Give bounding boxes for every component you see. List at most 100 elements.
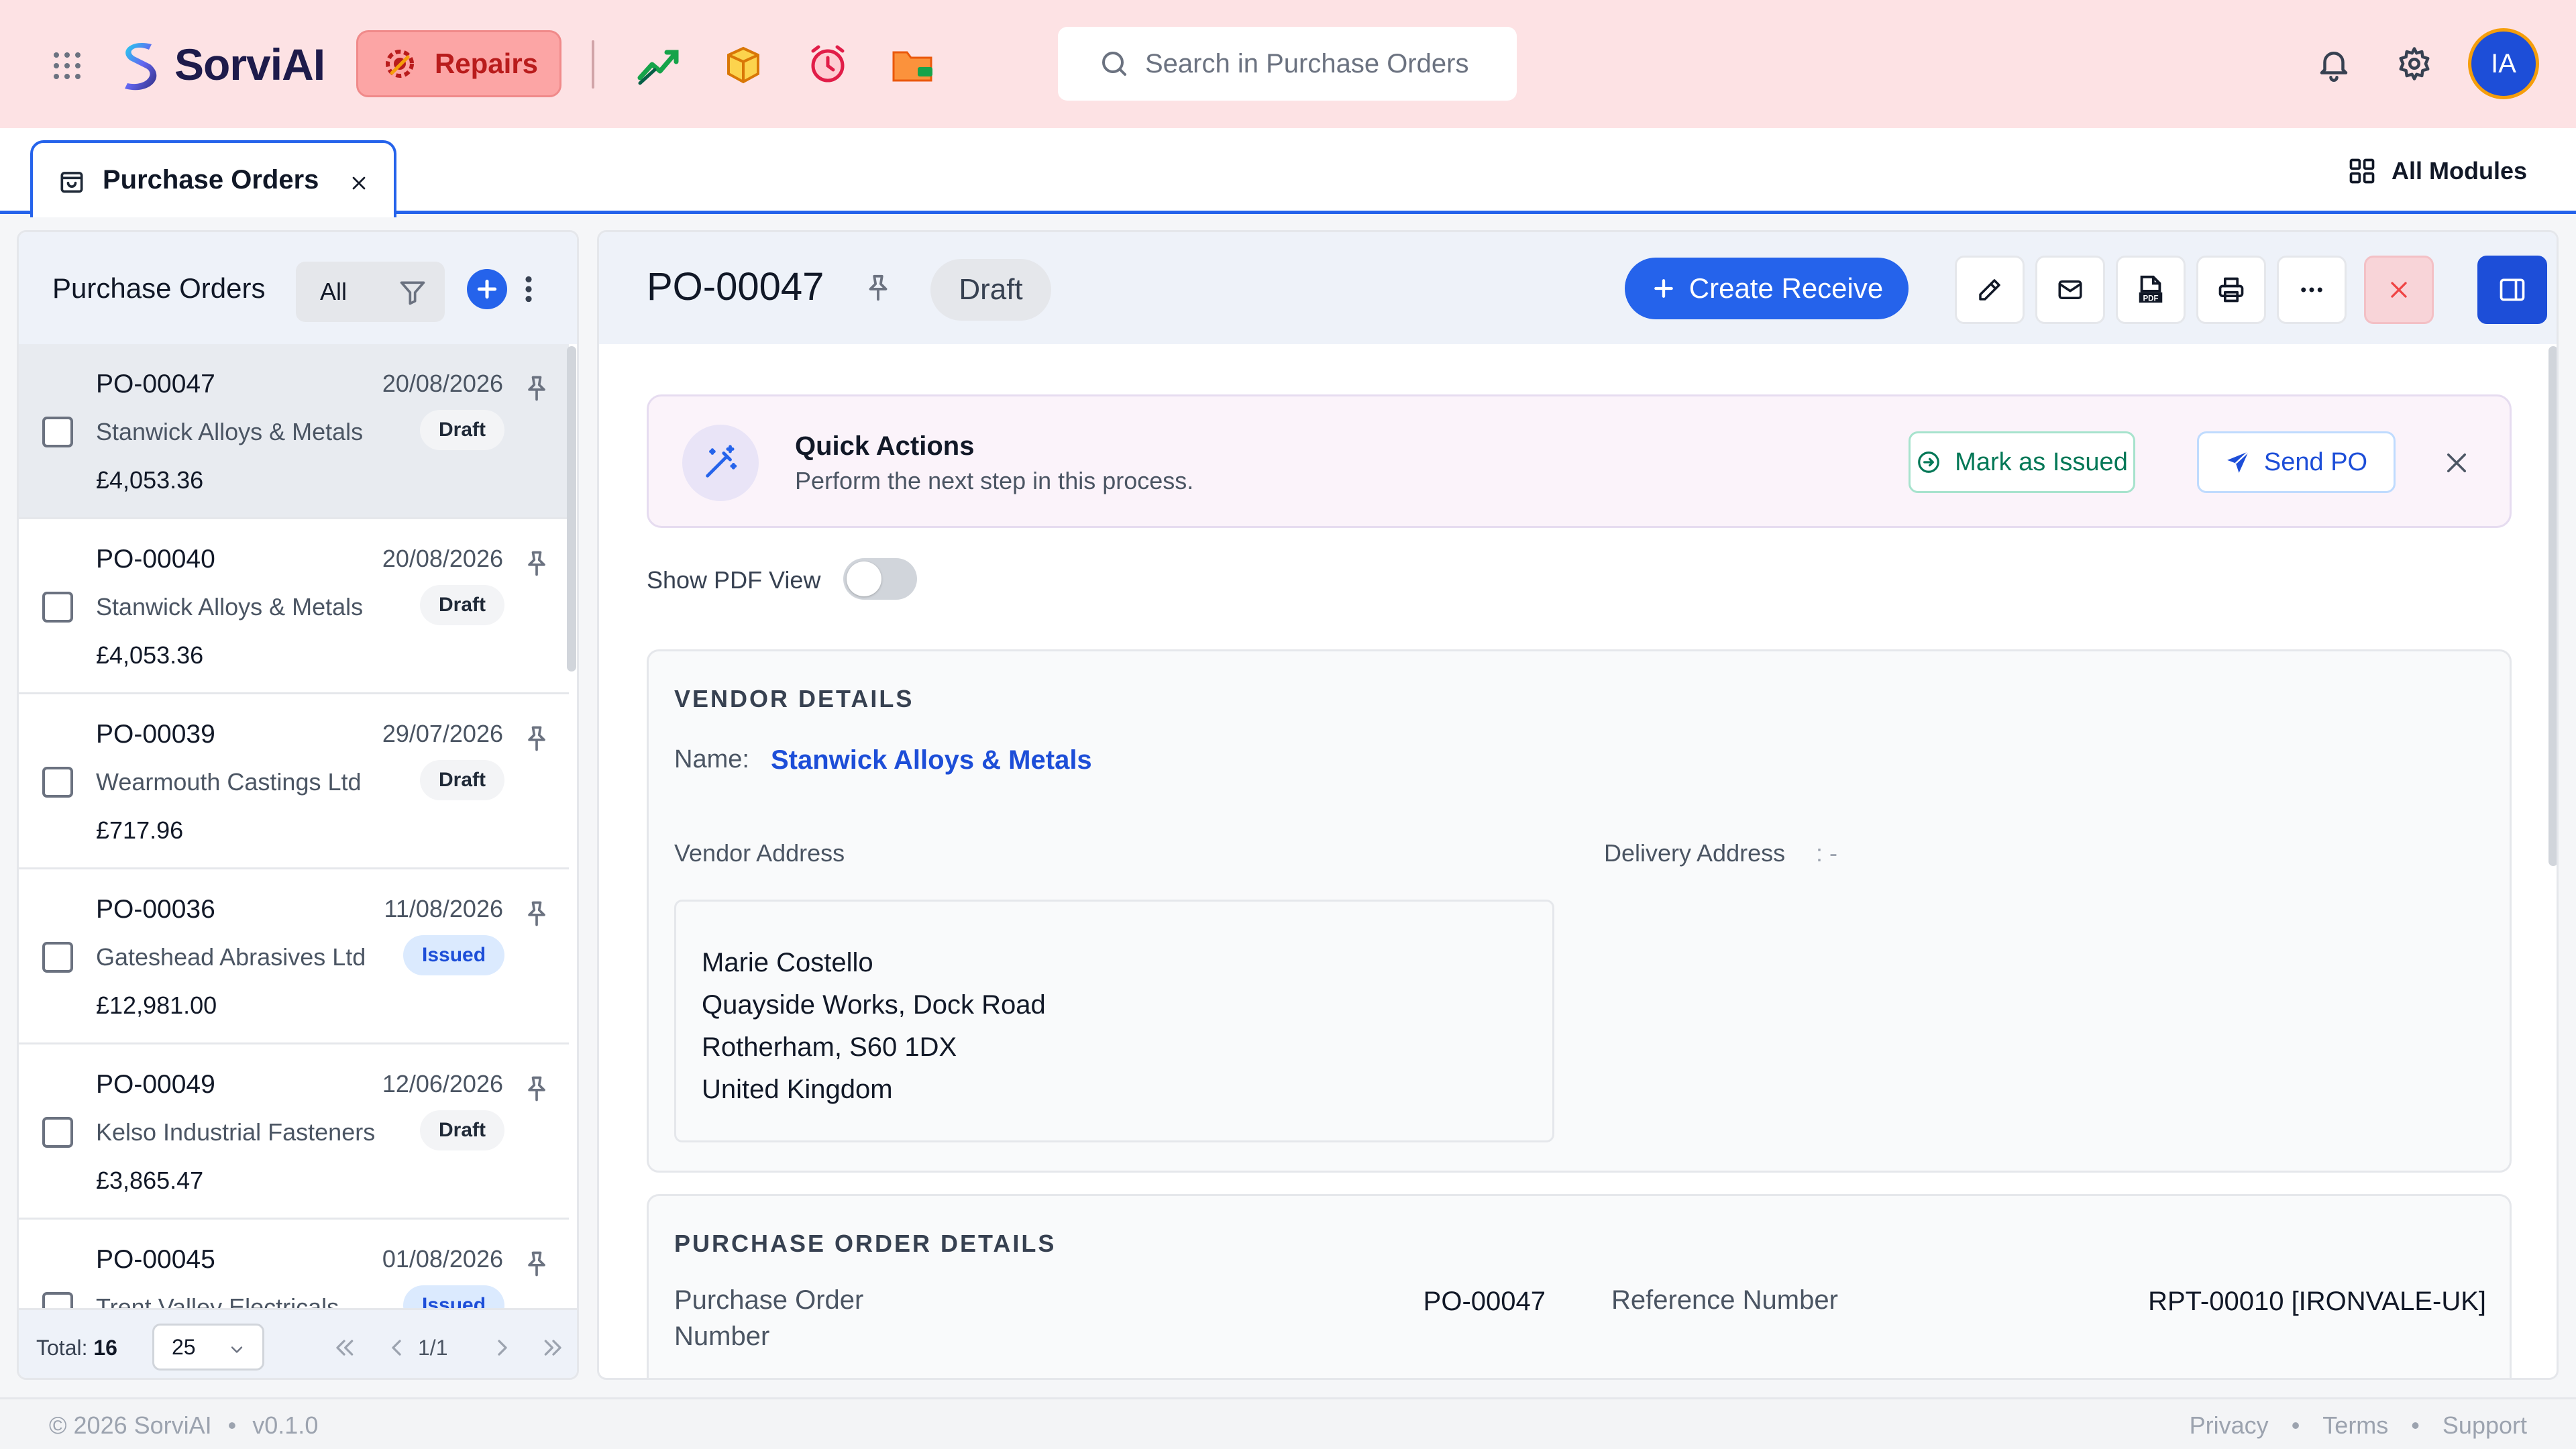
pin-icon[interactable] xyxy=(522,1074,551,1104)
pin-icon[interactable] xyxy=(522,899,551,928)
trending-chart-icon[interactable] xyxy=(635,40,683,89)
clock-alarm-icon[interactable] xyxy=(804,40,852,89)
previous-page-icon[interactable] xyxy=(383,1334,410,1361)
filter-icon[interactable] xyxy=(398,278,427,307)
toggle-side-panel-button[interactable] xyxy=(2477,256,2547,324)
app-name: SorviAI xyxy=(174,40,325,89)
pin-icon[interactable] xyxy=(522,374,551,403)
close-tab-icon[interactable] xyxy=(348,172,370,194)
terms-link[interactable]: Terms xyxy=(2322,1411,2388,1440)
vendor-name-link[interactable]: Stanwick Alloys & Metals xyxy=(771,745,1092,775)
address-line: United Kingdom xyxy=(702,1075,893,1104)
vendor-details-title: VENDOR DETAILS xyxy=(674,685,914,712)
filter-select[interactable]: All xyxy=(296,262,445,322)
total-count: Total: 16 xyxy=(36,1336,117,1360)
purchase-order-details-card: PURCHASE ORDER DETAILS Purchase Order Nu… xyxy=(647,1194,2512,1378)
row-checkbox[interactable] xyxy=(42,767,73,798)
list-item[interactable]: PO-00049 12/06/2026 Kelso Industrial Fas… xyxy=(19,1044,569,1220)
pin-icon[interactable] xyxy=(522,724,551,753)
pin-icon[interactable] xyxy=(522,549,551,578)
purchase-order-detail-panel: PO-00047 Draft Create Receive PDF Quick … xyxy=(597,230,2559,1380)
page-size-select[interactable]: 25 xyxy=(152,1324,264,1371)
app-launcher-icon[interactable] xyxy=(51,50,83,82)
show-pdf-label: Show PDF View xyxy=(647,566,821,594)
bell-icon[interactable] xyxy=(2316,46,2352,82)
send-icon xyxy=(2227,451,2249,473)
row-checkbox[interactable] xyxy=(42,1117,73,1148)
row-checkbox[interactable] xyxy=(42,1292,73,1308)
more-horizontal-icon xyxy=(2301,287,2322,292)
po-number: PO-00039 xyxy=(96,720,215,749)
po-number: PO-00036 xyxy=(96,895,215,924)
close-icon xyxy=(2391,282,2407,298)
repairs-module-button[interactable]: Repairs xyxy=(356,30,561,97)
status-badge: Draft xyxy=(420,1110,505,1150)
list-item[interactable]: PO-00039 29/07/2026 Wearmouth Castings L… xyxy=(19,694,569,869)
send-po-button[interactable]: Send PO xyxy=(2197,431,2396,493)
list-scrollbar[interactable] xyxy=(567,346,576,672)
status-badge: Issued xyxy=(403,1285,505,1308)
package-icon[interactable] xyxy=(719,40,767,89)
search-placeholder: Search in Purchase Orders xyxy=(1145,48,1469,78)
gear-icon[interactable] xyxy=(2396,46,2432,82)
po-number-value: PO-00047 xyxy=(1423,1287,1546,1316)
vendor-address-label: Vendor Address xyxy=(674,839,845,867)
app-logo[interactable]: SorviAI xyxy=(111,36,325,93)
last-page-icon[interactable] xyxy=(540,1334,567,1361)
edit-button[interactable] xyxy=(1955,256,2025,324)
po-amount: £717.96 xyxy=(96,816,184,844)
next-page-icon[interactable] xyxy=(489,1334,516,1361)
all-modules-label: All Modules xyxy=(2391,157,2527,184)
arrow-circle-right-icon xyxy=(1918,451,1940,473)
po-number-label-line: Number xyxy=(674,1322,770,1351)
row-checkbox[interactable] xyxy=(42,942,73,973)
privacy-link[interactable]: Privacy xyxy=(2190,1411,2269,1440)
vendor-name: Stanwick Alloys & Metals xyxy=(96,593,364,621)
mark-as-issued-button[interactable]: Mark as Issued xyxy=(1909,431,2135,493)
list-item[interactable]: PO-00036 11/08/2026 Gateshead Abrasives … xyxy=(19,869,569,1044)
po-number-label: Purchase Order Number xyxy=(674,1282,863,1354)
all-modules-button[interactable]: All Modules xyxy=(2347,156,2527,186)
po-date: 29/07/2026 xyxy=(382,720,503,747)
pencil-icon xyxy=(1979,279,2000,301)
email-button[interactable] xyxy=(2035,256,2105,324)
address-line: Marie Costello xyxy=(702,948,873,977)
support-link[interactable]: Support xyxy=(2443,1411,2527,1440)
row-checkbox[interactable] xyxy=(42,592,73,623)
close-icon[interactable] xyxy=(2443,449,2471,477)
pdf-button[interactable]: PDF xyxy=(2116,256,2186,324)
row-checkbox[interactable] xyxy=(42,417,73,447)
search-input[interactable]: Search in Purchase Orders xyxy=(1058,27,1517,101)
detail-scrollbar[interactable] xyxy=(2548,346,2557,866)
separator-dot: • xyxy=(227,1411,237,1439)
page-size-value: 25 xyxy=(172,1334,196,1359)
po-date: 20/08/2026 xyxy=(382,545,503,572)
list-header: Purchase Orders All xyxy=(19,232,577,344)
show-pdf-toggle[interactable] xyxy=(843,558,917,600)
pin-icon[interactable] xyxy=(522,1249,551,1279)
more-vertical-icon[interactable] xyxy=(521,272,537,306)
list-item[interactable]: PO-00040 20/08/2026 Stanwick Alloys & Me… xyxy=(19,519,569,694)
folder-icon[interactable] xyxy=(888,40,936,89)
plus-icon xyxy=(477,279,497,299)
cancel-po-button[interactable] xyxy=(2364,256,2434,324)
print-button[interactable] xyxy=(2196,256,2266,324)
pin-icon[interactable] xyxy=(863,272,894,303)
list-item[interactable]: PO-00047 20/08/2026 Stanwick Alloys & Me… xyxy=(19,344,569,519)
more-options-button[interactable] xyxy=(2277,256,2347,324)
address-line: Quayside Works, Dock Road xyxy=(702,990,1046,1020)
tab-purchase-orders[interactable]: Purchase Orders xyxy=(30,140,396,217)
list-item[interactable]: PO-00045 01/08/2026 Trent Valley Electri… xyxy=(19,1220,569,1308)
user-avatar[interactable]: IA xyxy=(2468,28,2539,99)
po-date: 11/08/2026 xyxy=(384,895,503,922)
footer-links: Privacy • Terms • Support xyxy=(2190,1411,2527,1440)
status-badge: Draft xyxy=(420,585,505,625)
status-badge: Draft xyxy=(420,760,505,800)
first-page-icon[interactable] xyxy=(331,1334,358,1361)
magic-wand-icon xyxy=(682,425,759,501)
add-purchase-order-button[interactable] xyxy=(467,269,507,309)
detail-header: PO-00047 Draft Create Receive PDF xyxy=(599,232,2557,344)
create-receive-button[interactable]: Create Receive xyxy=(1625,258,1909,319)
toggle-knob xyxy=(847,561,881,596)
list-title: Purchase Orders xyxy=(52,272,266,304)
